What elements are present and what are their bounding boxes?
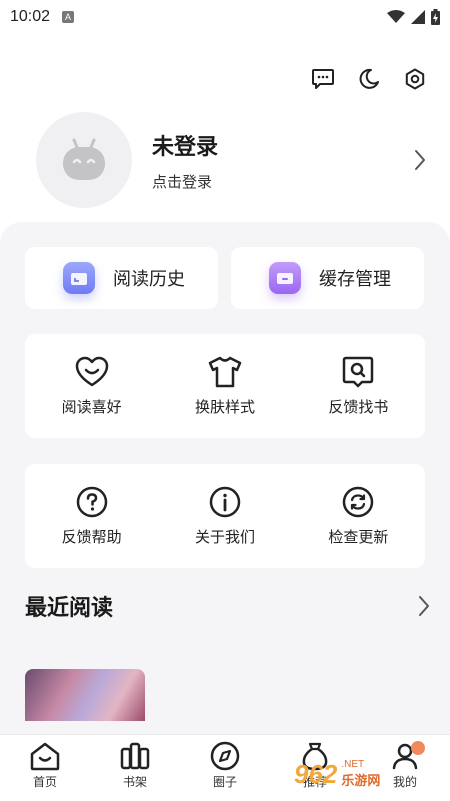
search-book-icon (343, 356, 374, 387)
recent-reading-title: 最近阅读 (25, 596, 114, 621)
feedback-help-button[interactable]: 反馈帮助 (25, 464, 158, 568)
message-button[interactable] (310, 66, 336, 92)
calendar-icon (63, 262, 95, 294)
app-notification-icon: A (62, 11, 75, 23)
nav-bookshelf[interactable]: 书架 (90, 735, 180, 801)
check-update-label: 检查更新 (328, 527, 389, 546)
reading-preference-button[interactable]: 阅读喜好 (25, 334, 158, 438)
watermark-text: .NET 乐游网 (341, 759, 380, 789)
feedback-help-label: 反馈帮助 (61, 527, 122, 546)
nav-circle-label: 圈子 (212, 775, 237, 789)
heart-smile-icon (75, 356, 108, 386)
nav-bookshelf-label: 书架 (122, 775, 147, 789)
about-us-label: 关于我们 (194, 527, 255, 546)
message-icon (312, 69, 334, 89)
chevron-right-icon[interactable] (418, 595, 430, 617)
tshirt-icon (208, 356, 242, 387)
home-icon (30, 742, 60, 771)
reading-history-button[interactable]: 阅读历史 (25, 247, 218, 309)
avatar (36, 112, 132, 208)
cache-management-button[interactable]: 缓存管理 (231, 247, 424, 309)
question-icon (76, 486, 107, 517)
top-actions (310, 66, 428, 92)
about-us-button[interactable]: 关于我们 (158, 464, 291, 568)
watermark-cn: 乐游网 (341, 774, 381, 789)
feedback-find-book-label: 反馈找书 (328, 397, 389, 416)
signal-icon (411, 10, 425, 24)
reading-preference-label: 阅读喜好 (61, 397, 122, 416)
info-icon (209, 486, 241, 517)
settings-button[interactable] (402, 66, 428, 92)
night-mode-button[interactable] (356, 66, 382, 92)
compass-icon (210, 741, 240, 771)
bookshelf-icon (120, 742, 150, 770)
check-update-button[interactable]: 检查更新 (292, 464, 425, 568)
menu-grid-1: 阅读喜好 换肤样式 反馈找书 (25, 334, 425, 438)
status-bar: 10:02 A (0, 0, 450, 34)
skin-style-label: 换肤样式 (194, 397, 255, 416)
refresh-icon (343, 486, 374, 517)
recent-reading-header: 最近阅读 (25, 590, 430, 622)
login-prompt: 点击登录 (152, 172, 213, 191)
wifi-icon (387, 10, 405, 23)
profile-text: 未登录 点击登录 (152, 129, 218, 192)
feedback-find-book-button[interactable]: 反馈找书 (292, 334, 425, 438)
bottom-nav: 首页 书架 圈子 推荐 我的 962 .NET 乐游网 (0, 734, 450, 801)
cache-management-label: 缓存管理 (319, 269, 391, 290)
profile-name: 未登录 (152, 134, 219, 160)
site-watermark: 962 .NET 乐游网 (294, 753, 444, 795)
watermark-logo: 962 (294, 758, 338, 789)
moon-icon (359, 68, 379, 89)
folder-icon (269, 262, 301, 294)
recent-book-cover[interactable] (25, 669, 145, 721)
skin-style-button[interactable]: 换肤样式 (158, 334, 291, 438)
nav-home[interactable]: 首页 (0, 735, 90, 801)
status-time: 10:02 (10, 8, 51, 25)
watermark-domain: .NET (341, 759, 365, 770)
nav-circle[interactable]: 圈子 (180, 735, 270, 801)
quick-actions: 阅读历史 缓存管理 (25, 247, 424, 309)
menu-panel: 阅读历史 缓存管理 阅读喜好 换肤样式 反馈找书 反馈帮助 关于我们 检查更新 … (0, 222, 450, 742)
reading-history-label: 阅读历史 (113, 269, 185, 290)
menu-grid-2: 反馈帮助 关于我们 检查更新 (25, 464, 425, 568)
nav-home-label: 首页 (32, 775, 57, 789)
settings-icon (405, 68, 425, 90)
battery-icon (431, 9, 440, 25)
login-profile-row[interactable]: 未登录 点击登录 (36, 112, 436, 208)
robot-avatar-icon (63, 138, 105, 180)
chevron-right-icon (415, 150, 425, 170)
